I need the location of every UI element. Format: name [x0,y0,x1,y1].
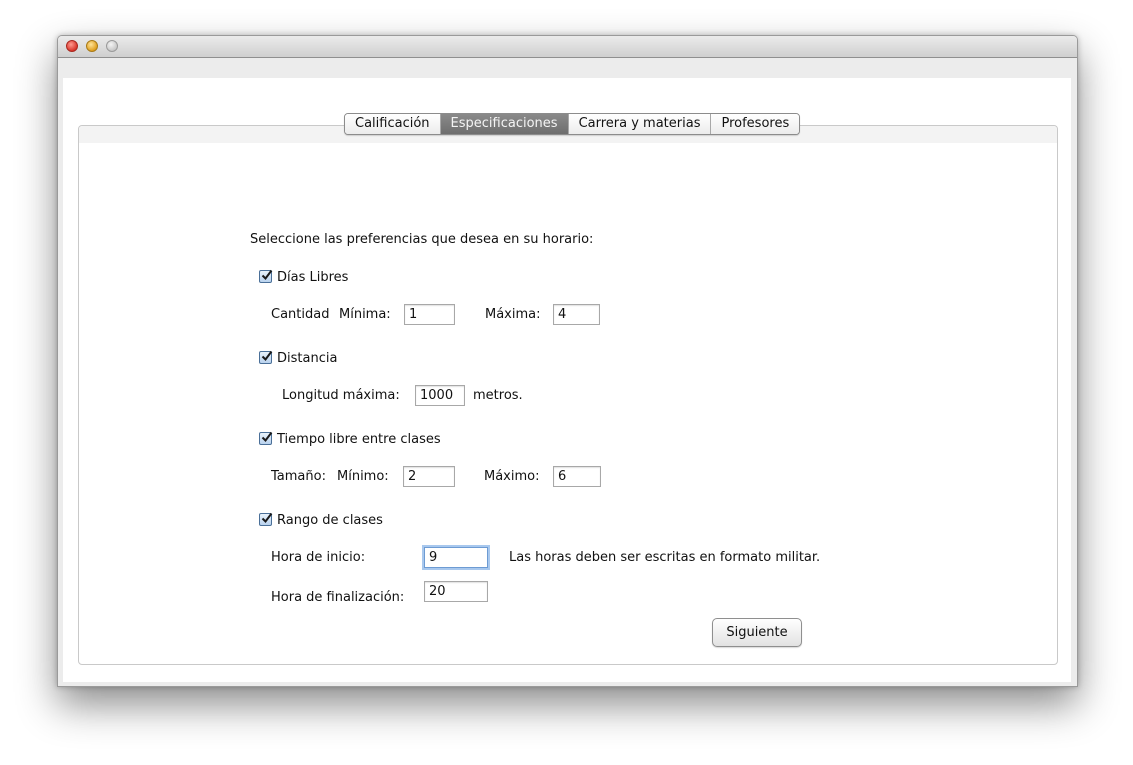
free-time-checkbox[interactable] [259,431,273,445]
free-days-max-label: Máxima: [485,307,541,322]
tab-carrera-y-materias[interactable]: Carrera y materias [568,114,712,134]
class-range-checkbox[interactable] [259,512,273,526]
meters-unit-label: metros. [473,388,523,403]
free-time-label: Tiempo libre entre clases [277,432,441,447]
tab-panel [78,125,1058,665]
free-days-label: Días Libres [277,270,349,285]
distance-label: Distancia [277,351,338,366]
free-time-size-label: Tamaño: [271,469,326,484]
checkmark-icon [261,512,273,524]
class-range-label: Rango de clases [277,513,383,528]
window-content [63,78,1071,682]
end-hour-label: Hora de finalización: [271,590,405,605]
free-days-quantity-label: Cantidad [271,307,330,322]
start-hour-input[interactable]: 9 [424,547,488,568]
checkmark-icon [261,269,273,281]
free-days-max-input[interactable]: 4 [553,304,600,325]
military-format-note: Las horas deben ser escritas en formato … [509,550,821,565]
tab-bar: Calificación Especificaciones Carrera y … [344,113,801,135]
checkmark-icon [261,431,273,443]
free-days-min-label: Mínima: [339,307,391,322]
end-hour-input[interactable]: 20 [424,581,488,602]
app-window: Calificación Especificaciones Carrera y … [57,35,1078,687]
tab-profesores[interactable]: Profesores [711,114,800,134]
close-window-button[interactable] [66,40,78,52]
free-time-max-label: Máximo: [484,469,540,484]
free-time-min-input[interactable]: 2 [403,466,455,487]
checkmark-icon [261,350,273,362]
tab-calificacion[interactable]: Calificación [345,114,441,134]
max-length-input[interactable]: 1000 [415,385,465,406]
zoom-window-button[interactable] [106,40,118,52]
free-time-min-label: Mínimo: [337,469,389,484]
start-hour-label: Hora de inicio: [271,550,366,565]
distance-checkbox[interactable] [259,350,273,364]
max-length-label: Longitud máxima: [282,388,400,403]
free-days-checkbox[interactable] [259,269,273,283]
tab-especificaciones[interactable]: Especificaciones [440,114,569,134]
minimize-window-button[interactable] [86,40,98,52]
free-time-max-input[interactable]: 6 [553,466,601,487]
free-days-min-input[interactable]: 1 [404,304,455,325]
title-bar [58,36,1077,58]
preferences-prompt: Seleccione las preferencias que desea en… [250,232,594,247]
next-button[interactable]: Siguiente [712,618,802,647]
